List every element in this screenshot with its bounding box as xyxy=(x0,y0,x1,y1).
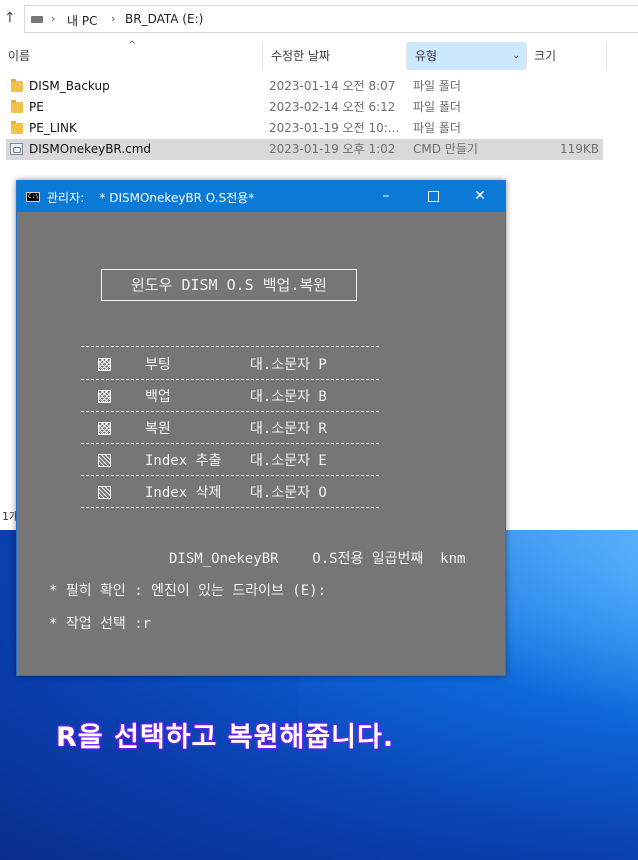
file-date: 2023-01-19 오전 10:... xyxy=(269,121,400,135)
folder-icon xyxy=(11,121,23,134)
file-type: 파일 폴더 xyxy=(413,100,461,114)
menu-item-key: 대.소문자 O xyxy=(250,485,327,501)
file-name: PE_LINK xyxy=(29,121,77,135)
column-type-label: 유형 xyxy=(415,49,438,63)
menu-banner: 윈도우 DISM O.S 백업.복원 xyxy=(101,269,357,301)
title-bar[interactable]: C:\ 관리자: * DISMOnekeyBR O.S전용* – ✕ xyxy=(17,181,505,212)
menu-item-restore: 복원 대.소문자 R xyxy=(17,414,505,444)
column-date[interactable]: 수정한 날짜 xyxy=(263,42,406,70)
file-size: 119KB xyxy=(559,142,599,156)
breadcrumb-drive[interactable]: BR_DATA (E:) xyxy=(125,12,203,26)
window-title: 관리자: * DISMOnekeyBR O.S전용* xyxy=(47,191,255,205)
menu-item-backup: 백업 대.소문자 B xyxy=(17,382,505,412)
column-header: 이름 수정한 날짜 유형 ⌄ 크기 xyxy=(0,42,638,70)
prompt-line[interactable]: * 작업 선택 :r xyxy=(49,613,151,633)
cmd-icon: C:\ xyxy=(26,192,40,202)
menu-item-key: 대.소문자 E xyxy=(250,453,327,469)
chevron-right-icon[interactable]: › xyxy=(111,12,115,25)
cross-hatch-icon xyxy=(98,422,111,435)
menu-item-index-export: Index 추출 대.소문자 E xyxy=(17,446,505,476)
file-type: 파일 폴더 xyxy=(413,79,461,93)
file-name: DISMOnekeyBR.cmd xyxy=(29,142,152,156)
chevron-right-icon[interactable]: › xyxy=(51,12,55,25)
maximize-icon xyxy=(427,190,439,202)
menu-item-label: 부팅 xyxy=(145,357,171,373)
confirm-line: * 필히 확인 : 엔진이 있는 드라이브 (E): xyxy=(49,583,327,599)
file-date: 2023-02-14 오전 6:12 xyxy=(269,100,396,114)
menu-divider xyxy=(81,379,379,380)
menu-item-label: 백업 xyxy=(145,389,171,405)
menu-item-label: Index 삭제 xyxy=(145,485,222,501)
file-name: DISM_Backup xyxy=(29,79,110,93)
menu-item-label: 복원 xyxy=(145,421,171,437)
menu-item-boot: 부팅 대.소문자 P xyxy=(17,350,505,380)
file-name: PE xyxy=(29,100,44,114)
menu-item-key: 대.소문자 B xyxy=(250,389,327,405)
cmd-file-icon xyxy=(10,143,23,155)
address-row: ↑ › 내 PC › BR_DATA (E:) xyxy=(0,0,638,40)
file-date: 2023-01-14 오전 8:07 xyxy=(269,79,396,93)
chevron-down-icon[interactable]: ⌄ xyxy=(512,42,520,70)
menu-divider xyxy=(81,475,379,476)
address-bar[interactable]: › 내 PC › BR_DATA (E:) xyxy=(24,5,638,33)
breadcrumb-this-pc[interactable]: 내 PC xyxy=(67,12,97,29)
menu-item-index-delete: Index 삭제 대.소문자 O xyxy=(17,478,505,508)
up-arrow-icon[interactable]: ↑ xyxy=(4,10,16,26)
close-button[interactable]: ✕ xyxy=(457,181,503,212)
menu-divider xyxy=(81,443,379,444)
menu-item-key: 대.소문자 R xyxy=(250,421,327,437)
caption-text: R을 선택하고 복원해줍니다. xyxy=(56,722,395,753)
column-size[interactable]: 크기 xyxy=(526,42,606,70)
file-type: 파일 폴더 xyxy=(413,121,461,135)
file-date: 2023-01-19 오후 1:02 xyxy=(269,142,396,156)
file-type: CMD 만들기 xyxy=(413,142,478,156)
hatch-icon xyxy=(98,486,111,499)
menu-item-key: 대.소문자 P xyxy=(250,357,327,373)
cross-hatch-icon xyxy=(98,390,111,403)
folder-icon xyxy=(11,100,23,113)
drive-icon xyxy=(31,16,43,23)
file-row[interactable]: PE 2023-02-14 오전 6:12 파일 폴더 xyxy=(6,97,603,118)
minimize-button[interactable]: – xyxy=(363,181,409,212)
cmd-console-window[interactable]: C:\ 관리자: * DISMOnekeyBR O.S전용* – ✕ 윈도우 D… xyxy=(16,180,506,676)
column-divider[interactable] xyxy=(606,44,607,68)
column-type[interactable]: 유형 ⌄ xyxy=(407,42,526,70)
console-output[interactable]: 윈도우 DISM O.S 백업.복원 부팅 대.소문자 P 백업 대.소문자 B… xyxy=(17,212,505,675)
column-name[interactable]: 이름 xyxy=(0,42,262,70)
menu-item-label: Index 추출 xyxy=(145,453,222,469)
menu-divider xyxy=(81,507,379,508)
version-line: DISM_OnekeyBR O.S전용 일곱번째 knm xyxy=(169,551,466,567)
file-row-selected[interactable]: DISMOnekeyBR.cmd 2023-01-19 오후 1:02 CMD … xyxy=(6,139,603,160)
file-row[interactable]: DISM_Backup 2023-01-14 오전 8:07 파일 폴더 xyxy=(6,76,603,97)
cross-hatch-icon xyxy=(98,358,111,371)
menu-divider xyxy=(81,411,379,412)
file-row[interactable]: PE_LINK 2023-01-19 오전 10:... 파일 폴더 xyxy=(6,118,603,139)
maximize-button[interactable] xyxy=(410,181,456,212)
hatch-icon xyxy=(98,454,111,467)
folder-icon xyxy=(11,79,23,92)
menu-divider xyxy=(81,346,379,347)
